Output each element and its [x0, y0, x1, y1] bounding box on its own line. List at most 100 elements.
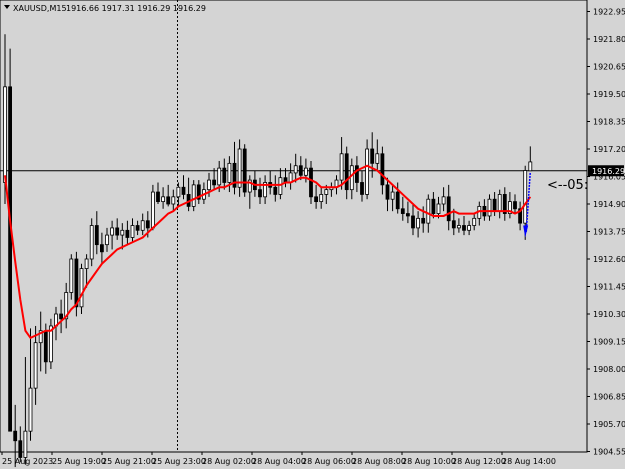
x-tick-label: 25 Aug 23:00: [152, 457, 206, 466]
y-tick-label: 1921.80: [593, 35, 625, 44]
symbol-header: XAUUSD,M15 1916.66 1917.31 1916.29 1916.…: [4, 4, 206, 13]
y-axis: 1922.95 1921.80 1920.65 1919.50 1918.35 1917.…: [587, 8, 625, 457]
candle-body: [400, 208, 405, 214]
candle-body: [411, 215, 415, 229]
x-tick-label: 28 Aug 14:00: [502, 457, 556, 466]
current-price-box: 1916.29: [588, 165, 625, 177]
candle-body: [380, 153, 385, 186]
candle-body: [110, 227, 114, 236]
candle-body: [242, 148, 247, 193]
candle-body: [365, 148, 370, 195]
y-tick-label: 1909.15: [593, 338, 625, 347]
candle-body: [523, 170, 528, 224]
moving-average-line: [4, 164, 532, 340]
candle-body: [451, 220, 456, 229]
candle-body: [212, 179, 217, 186]
candle-body: [181, 186, 186, 195]
candle-body: [385, 184, 390, 200]
candles: [3, 34, 533, 468]
y-tick-label: 1917.20: [593, 145, 625, 154]
candle-body: [431, 198, 436, 214]
y-tick-label: 1912.60: [593, 255, 625, 264]
candle-body: [84, 258, 89, 269]
candle-body: [472, 217, 477, 226]
candle-body: [421, 217, 426, 224]
candle-body: [344, 153, 349, 191]
candle-body: [100, 244, 104, 253]
candle-body: [79, 268, 84, 308]
candle-body: [191, 184, 196, 207]
candle-body: [156, 191, 160, 203]
candle-body: [105, 234, 109, 246]
candle-body: [349, 165, 354, 191]
candle-body: [13, 430, 18, 442]
candle-body: [273, 186, 278, 195]
candle-body: [227, 162, 232, 183]
triangle-down-icon[interactable]: [4, 5, 10, 9]
candle-body: [23, 430, 28, 458]
candle-body: [462, 225, 466, 231]
symbol-name: XAUUSD,M15: [13, 4, 67, 13]
y-tick-label: 1919.50: [593, 90, 625, 99]
candle-body: [436, 203, 441, 214]
y-tick-label: 1913.75: [593, 228, 625, 237]
candle-body: [28, 387, 33, 432]
candle-countdown-label: <--05:: [547, 178, 588, 193]
x-tick-label: 25 Aug 21:00: [102, 457, 156, 466]
candle-body: [314, 196, 319, 203]
candle-body: [456, 225, 461, 229]
candle-body: [375, 153, 380, 164]
x-tick-label: 25 Aug 19:00: [52, 457, 106, 466]
candle-body: [150, 191, 155, 229]
y-tick-label: 1905.70: [593, 420, 625, 429]
candle-body: [94, 225, 99, 246]
candle-body: [207, 179, 211, 191]
y-tick-label: 1920.65: [593, 63, 625, 72]
x-tick-label: 25 Aug 2023: [2, 457, 53, 466]
chart-window[interactable]: 1922.95 1921.80 1920.65 1919.50 1918.35 1917.…: [0, 0, 625, 469]
candle-body: [171, 196, 176, 205]
price-chart[interactable]: 1922.95 1921.80 1920.65 1919.50 1918.35 1917.…: [0, 0, 625, 469]
x-tick-label: 28 Aug 12:00: [452, 457, 506, 466]
candle-body: [89, 225, 94, 260]
candle-body: [125, 229, 130, 238]
candle-body: [441, 196, 446, 205]
candle-body: [298, 165, 303, 176]
x-axis: 25 Aug 202325 Aug 19:0025 Aug 21:0025 Au…: [1, 452, 556, 466]
y-tick-label: 1922.95: [593, 8, 625, 17]
y-tick-label: 1911.45: [593, 283, 625, 292]
candle-body: [130, 225, 135, 238]
candle-body: [8, 86, 13, 432]
y-tick-label: 1914.90: [593, 200, 625, 209]
x-tick-label: 28 Aug 06:00: [302, 457, 356, 466]
candle-body: [120, 229, 125, 236]
candle-body: [3, 86, 7, 183]
candle-body: [324, 189, 329, 195]
candle-body: [258, 189, 262, 198]
candle-body: [370, 148, 375, 164]
candle-body: [43, 330, 48, 363]
candle-body: [467, 225, 472, 231]
current-price-label: 1916.29: [592, 167, 625, 176]
x-tick-label: 28 Aug 04:00: [252, 457, 306, 466]
candle-body: [135, 225, 140, 231]
y-tick-label: 1918.35: [593, 118, 625, 127]
candle-body: [69, 258, 74, 293]
x-tick-label: 28 Aug 02:00: [202, 457, 256, 466]
candle-body: [18, 440, 23, 458]
x-tick-label: 28 Aug 10:00: [402, 457, 456, 466]
candle-body: [528, 161, 533, 172]
candle-body: [405, 213, 410, 217]
candle-body: [74, 258, 79, 308]
candle-body: [59, 313, 63, 320]
candle-body: [360, 182, 364, 195]
candle-body: [319, 194, 324, 203]
candle-body: [339, 153, 344, 181]
candle-body: [497, 194, 502, 212]
candle-body: [161, 196, 166, 203]
candle-body: [222, 167, 227, 183]
candle-body: [145, 220, 150, 229]
candle-body: [446, 196, 451, 222]
y-tick-label: 1910.30: [593, 310, 625, 319]
y-tick-label: 1908.00: [593, 365, 625, 374]
